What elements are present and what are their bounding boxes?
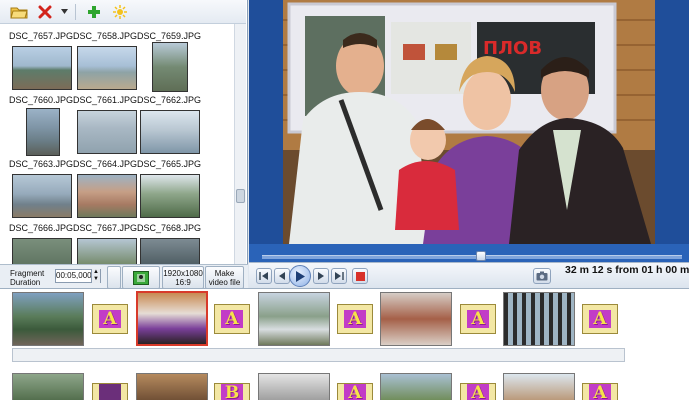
snapshot-camera-icon[interactable] [533, 268, 551, 284]
slide-frame[interactable] [503, 292, 575, 346]
thumbnail-name[interactable]: DSC_7666.JPG [6, 223, 76, 233]
thumbnail-image[interactable] [12, 46, 72, 90]
skip-to-end-icon[interactable] [331, 268, 347, 284]
slide-frame[interactable] [503, 373, 575, 400]
next-frame-icon[interactable] [313, 268, 329, 284]
stop-icon[interactable] [352, 268, 368, 284]
fragment-settings-bar: Fragment Duration 00:05,000 ▲ ▼ 1920x1080… [0, 264, 248, 290]
storyboard-scrollbar[interactable] [12, 348, 625, 362]
preview-image: ПЛОВ [283, 0, 655, 244]
seek-track[interactable] [262, 255, 682, 259]
thumbnail-image[interactable] [77, 46, 137, 90]
thumbnail-name[interactable]: DSC_7657.JPG [6, 31, 76, 41]
aspect-ratio-value: 16:9 [175, 277, 191, 287]
slide-frame-selected[interactable] [136, 291, 208, 346]
thumbnail-name[interactable]: DSC_7663.JPG [6, 159, 76, 169]
delete-icon[interactable] [34, 2, 56, 22]
slide-frame[interactable] [258, 373, 330, 400]
transition-effect[interactable]: A [582, 304, 618, 334]
slide-frame[interactable] [12, 292, 84, 346]
thumbnail-image[interactable] [140, 110, 200, 154]
empty-toggle-button[interactable] [107, 266, 121, 289]
media-toolbar [0, 0, 246, 24]
transition-effect[interactable]: A [337, 383, 373, 400]
transition-effect[interactable]: A [582, 383, 618, 400]
transition-effect[interactable]: A [214, 304, 250, 334]
thumbnail-image[interactable] [140, 238, 200, 264]
slide-frame[interactable] [136, 373, 208, 400]
slideshow-editor-window: DSC_7657.JPG DSC_7658.JPG DSC_7659.JPG D… [0, 0, 689, 400]
make-video-file-button[interactable]: Make video file [205, 266, 244, 289]
image-frame-icon [133, 270, 149, 285]
effects-star-icon[interactable] [109, 2, 131, 22]
transition-effect[interactable]: A [460, 304, 496, 334]
thumbnail-grid: DSC_7657.JPG DSC_7658.JPG DSC_7659.JPG D… [0, 24, 234, 264]
open-folder-icon[interactable] [8, 2, 30, 22]
seek-handle[interactable] [476, 251, 486, 261]
thumbnail-image[interactable] [77, 238, 137, 264]
svg-text:ПЛОВ: ПЛОВ [483, 38, 542, 59]
thumbnail-name[interactable]: DSC_7662.JPG [134, 95, 204, 105]
scrollbar-thumb[interactable] [236, 189, 245, 203]
thumbnail-image[interactable] [12, 174, 72, 218]
play-icon[interactable] [289, 265, 311, 287]
media-browser-panel: DSC_7657.JPG DSC_7658.JPG DSC_7659.JPG D… [0, 0, 248, 264]
slide-frame[interactable] [12, 373, 84, 400]
make-video-label-2: video file [208, 277, 241, 287]
preview-progress-area [249, 244, 689, 262]
resolution-button[interactable]: 1920x1080 16:9 [162, 266, 204, 289]
transition-effect[interactable]: A [92, 304, 128, 334]
thumbnail-name[interactable]: DSC_7665.JPG [134, 159, 204, 169]
time-readout: 32 m 12 s from 01 h 00 m [565, 264, 689, 276]
thumbnail-name[interactable]: DSC_7659.JPG [134, 31, 204, 41]
transition-effect[interactable]: A [337, 304, 373, 334]
add-icon[interactable] [83, 2, 105, 22]
slide-frame[interactable] [258, 292, 330, 346]
thumbnail-image[interactable] [152, 42, 188, 92]
thumbnail-name[interactable]: DSC_7660.JPG [6, 95, 76, 105]
thumbnail-image[interactable] [77, 174, 137, 218]
thumbnail-image[interactable] [26, 108, 60, 156]
make-video-label-1: Make [214, 268, 235, 278]
background-color-button[interactable] [122, 266, 160, 289]
gallery-scrollbar[interactable] [234, 24, 246, 264]
thumbnail-name[interactable]: DSC_7661.JPG [70, 95, 140, 105]
thumbnail-name[interactable]: DSC_7664.JPG [70, 159, 140, 169]
slide-frame[interactable] [380, 373, 452, 400]
transition-effect[interactable]: A [460, 383, 496, 400]
thumbnail-name[interactable]: DSC_7658.JPG [70, 31, 140, 41]
slide-frame[interactable] [380, 292, 452, 346]
previous-frame-icon[interactable] [274, 268, 290, 284]
duration-label: Duration [10, 278, 41, 287]
thumbnail-name[interactable]: DSC_7667.JPG [70, 223, 140, 233]
skip-to-start-icon[interactable] [256, 268, 272, 284]
toolbar-separator [75, 3, 76, 20]
transition-effect[interactable] [92, 383, 128, 400]
thumbnail-image[interactable] [12, 238, 72, 264]
dropdown-arrow-icon[interactable] [60, 2, 68, 22]
transition-effect[interactable]: B [214, 383, 250, 400]
resolution-value: 1920x1080 [163, 268, 203, 278]
fragment-label: Fragment [10, 269, 45, 278]
thumbnail-name[interactable]: DSC_7668.JPG [134, 223, 204, 233]
duration-stepper[interactable]: ▲ ▼ [91, 269, 100, 283]
thumbnail-image[interactable] [77, 110, 137, 154]
thumbnail-image[interactable] [140, 174, 200, 218]
